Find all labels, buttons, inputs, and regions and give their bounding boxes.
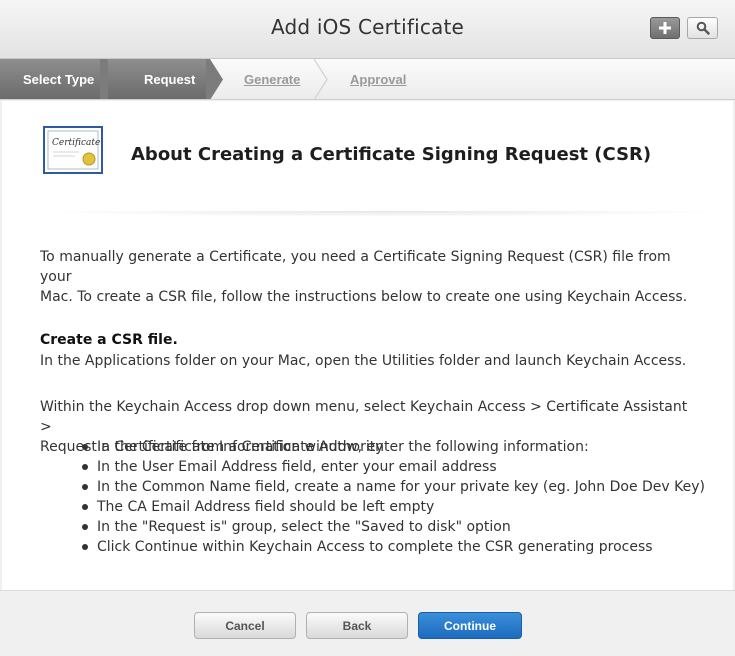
intro-text: To manually generate a Certificate, you … [40, 247, 700, 307]
step-request: Request [108, 59, 210, 99]
list-item: In the Certificate Information window, e… [82, 437, 705, 457]
search-button[interactable] [687, 17, 718, 39]
step-label: Generate [244, 72, 301, 87]
list-item: The CA Email Address field should be lef… [82, 497, 705, 517]
content-panel: Certificate About Creating a Certificate… [2, 101, 733, 590]
cancel-button[interactable]: Cancel [194, 612, 296, 639]
step-label: Request [144, 72, 196, 87]
keychain-line: Within the Keychain Access drop down men… [40, 399, 688, 435]
back-button[interactable]: Back [306, 612, 408, 639]
progress-steps: Select Type Request Generate Approval [0, 59, 735, 100]
window-header: Add iOS Certificate [0, 0, 735, 59]
search-icon [696, 21, 710, 35]
step-divider [313, 59, 328, 99]
certificate-icon-text: Certificate [52, 138, 100, 148]
footer-bar: Cancel Back Continue [0, 590, 735, 656]
step-approval: Approval [350, 59, 407, 99]
list-item: In the User Email Address field, enter y… [82, 457, 705, 477]
page-title: Add iOS Certificate [270, 15, 465, 39]
csr-instruction: In the Applications folder on your Mac, … [40, 353, 687, 369]
step-label: Select Type [23, 72, 95, 87]
list-item: In the "Request is" group, select the "S… [82, 517, 705, 537]
intro-line: Mac. To create a CSR file, follow the in… [40, 289, 688, 305]
list-item: In the Common Name field, create a name … [82, 479, 705, 495]
step-select-type: Select Type [0, 59, 108, 99]
add-button[interactable] [650, 17, 680, 39]
plus-icon [659, 22, 671, 34]
step-label: Approval [350, 72, 407, 87]
divider [38, 211, 728, 217]
section-title: About Creating a Certificate Signing Req… [131, 144, 652, 165]
step-divider [206, 59, 223, 99]
continue-button[interactable]: Continue [418, 612, 522, 639]
list-item: Click Continue within Keychain Access to… [82, 537, 705, 557]
step-generate: Generate [244, 59, 301, 99]
certificate-icon: Certificate [43, 126, 103, 174]
intro-line: To manually generate a Certificate, you … [40, 249, 671, 285]
csr-heading: Create a CSR file. [40, 332, 178, 348]
instruction-list: In the Certificate Information window, e… [82, 437, 705, 557]
